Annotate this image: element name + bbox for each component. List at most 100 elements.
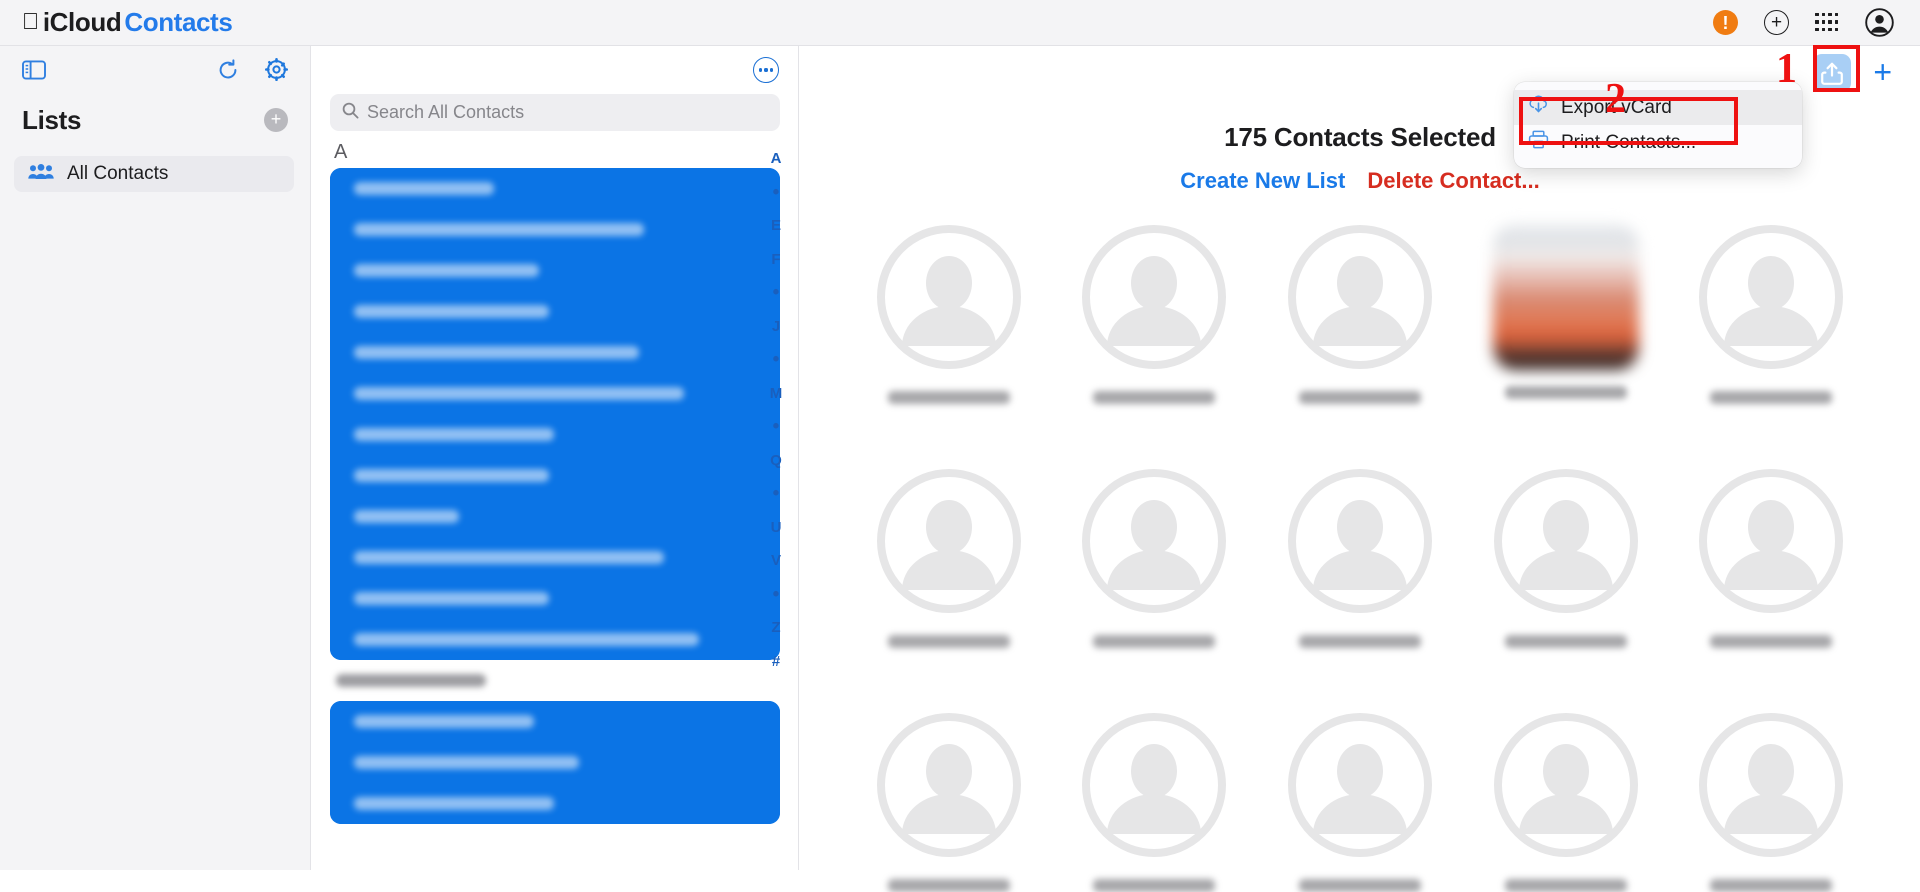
contact-list-row[interactable] (330, 373, 780, 414)
print-contacts-menu-item[interactable]: Print Contacts... (1514, 125, 1802, 160)
contact-card[interactable] (1698, 224, 1844, 404)
contact-row-name-redacted (354, 797, 756, 810)
brand-icloud-label: iCloud (26, 7, 122, 37)
add-icon[interactable]: + (1764, 10, 1789, 35)
contact-placeholder-avatar-icon (1493, 468, 1639, 619)
contact-card[interactable] (1698, 712, 1844, 892)
contact-list-toolbar (312, 46, 798, 94)
share-button[interactable] (1813, 54, 1852, 92)
alpha-index-item[interactable]: • (754, 276, 798, 310)
alpha-index-item[interactable]: • (754, 176, 798, 210)
contact-row-name-redacted (354, 715, 756, 728)
contact-card[interactable] (1081, 224, 1227, 404)
alpha-index-item[interactable]: • (754, 410, 798, 444)
contact-list-row[interactable] (330, 496, 780, 537)
sidebar-item-all-contacts[interactable]: All Contacts (14, 156, 294, 192)
sidebar-toggle-icon[interactable] (22, 59, 46, 85)
contact-list-row[interactable] (330, 742, 780, 783)
alpha-index-item[interactable]: A (754, 142, 798, 176)
contact-card[interactable] (1081, 468, 1227, 648)
contact-card-name-redacted (1710, 635, 1833, 648)
alpha-index-item[interactable]: # (754, 645, 798, 679)
alpha-index-item[interactable]: F (754, 243, 798, 277)
add-contact-button[interactable]: + (1873, 56, 1892, 88)
contact-row-name-redacted (354, 510, 756, 523)
contact-card[interactable] (1287, 712, 1433, 892)
contact-card[interactable] (1081, 712, 1227, 892)
contact-card-name-redacted (887, 391, 1010, 404)
contact-list-row[interactable] (330, 537, 780, 578)
alpha-index-item[interactable]: • (754, 343, 798, 377)
contact-row-name-redacted (354, 223, 756, 236)
contact-card[interactable] (876, 224, 1022, 404)
refresh-icon[interactable] (217, 58, 239, 86)
contact-row-name-redacted (354, 182, 756, 195)
contact-card[interactable] (876, 468, 1022, 648)
alpha-index-item[interactable]: E (754, 209, 798, 243)
alpha-index-item[interactable]: J (754, 310, 798, 344)
printer-icon (1528, 130, 1549, 155)
contact-placeholder-avatar-icon (1081, 468, 1227, 619)
top-bar-actions: ! + (1713, 8, 1894, 37)
contact-card[interactable] (1493, 712, 1639, 892)
contact-row-name-redacted (336, 674, 774, 687)
contact-list-row[interactable] (330, 209, 780, 250)
contact-card[interactable] (1493, 468, 1639, 648)
app-switcher-icon[interactable] (1815, 12, 1839, 33)
export-vcard-menu-item[interactable]: Export vCard (1514, 90, 1802, 125)
contact-card[interactable] (1698, 468, 1844, 648)
apple-logo-icon:  (22, 10, 39, 33)
alert-icon[interactable]: ! (1713, 10, 1738, 35)
contact-list-row[interactable] (330, 701, 780, 742)
contact-card[interactable] (1492, 224, 1639, 404)
ellipsis-circle-icon[interactable] (753, 57, 779, 83)
alpha-index-item[interactable]: U (754, 511, 798, 545)
contact-card-name-redacted (887, 635, 1010, 648)
contact-rows (312, 168, 798, 824)
contact-card-name-redacted (1710, 391, 1833, 404)
lists-section-header: Lists + (0, 98, 310, 142)
contact-card-name-redacted (1298, 635, 1421, 648)
contact-list-row[interactable] (330, 414, 780, 455)
search-input[interactable]: Search All Contacts (330, 94, 780, 131)
contact-list-row[interactable] (330, 578, 780, 619)
contact-placeholder-avatar-icon (1698, 224, 1844, 375)
cloud-download-icon (1528, 95, 1549, 120)
contact-row-name-redacted (354, 264, 756, 277)
alpha-index-item[interactable]: V (754, 544, 798, 578)
contact-card[interactable] (876, 712, 1022, 892)
sidebar-item-label: All Contacts (67, 163, 169, 184)
alpha-index-item[interactable]: Q (754, 444, 798, 478)
contact-list-row[interactable] (330, 455, 780, 496)
alpha-index-item[interactable]: • (754, 477, 798, 511)
contact-card[interactable] (1287, 468, 1433, 648)
contact-card-name-redacted (1298, 391, 1421, 404)
contact-list-row[interactable] (330, 332, 780, 373)
alpha-index-item[interactable]: M (754, 377, 798, 411)
contact-row-name-redacted (354, 633, 756, 646)
contact-list-row[interactable] (330, 168, 780, 209)
delete-contact-link[interactable]: Delete Contact... (1367, 168, 1539, 194)
settings-gear-icon[interactable] (264, 57, 289, 86)
contact-card[interactable] (1287, 224, 1433, 404)
share-dropdown-menu: Export vCard Print Contacts... (1514, 82, 1802, 168)
contact-photo-avatar (1492, 224, 1639, 370)
contact-placeholder-avatar-icon (1287, 224, 1433, 375)
add-list-button[interactable]: + (264, 108, 288, 132)
contact-placeholder-avatar-icon (1287, 468, 1433, 619)
alphabet-index[interactable]: A • E F • J • M • Q • U V • Z # (754, 94, 798, 678)
contact-card-name-redacted (887, 879, 1010, 892)
alpha-index-item[interactable]: • (754, 578, 798, 612)
contact-list-row[interactable] (330, 783, 780, 824)
alpha-index-item[interactable]: Z (754, 611, 798, 645)
contact-row-name-redacted (354, 387, 756, 400)
contact-card-name-redacted (1093, 635, 1216, 648)
contact-list-row[interactable] (330, 250, 780, 291)
brand-logo[interactable]:  iCloud Contacts (22, 7, 233, 38)
contact-list-row[interactable] (330, 619, 780, 660)
account-avatar-icon[interactable] (1865, 8, 1894, 37)
create-new-list-link[interactable]: Create New List (1180, 168, 1345, 194)
contact-list-row[interactable] (312, 660, 798, 701)
contact-list-row[interactable] (330, 291, 780, 332)
selection-actions: Create New List Delete Contact... (800, 168, 1920, 194)
